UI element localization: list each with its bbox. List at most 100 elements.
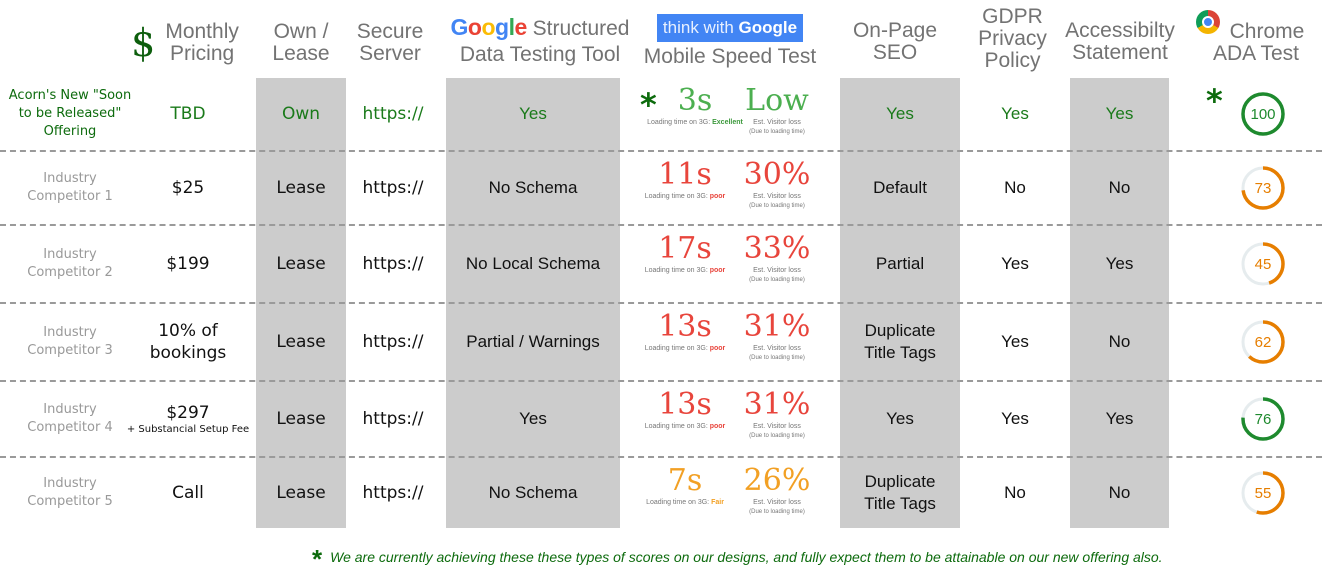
ada-score: * 100 xyxy=(1190,78,1322,150)
table-row: Acorn's New "Soon to be Released" Offering… xyxy=(0,78,1322,150)
accessibility-value: Yes xyxy=(1105,409,1134,428)
mobile-speed-result: * 3s Loading time on 3G: Excellent Low E… xyxy=(620,78,840,150)
on-page-seo-value: Default xyxy=(873,178,927,197)
own-lease-value: Lease xyxy=(276,483,326,503)
mobile-speed-result: 11s Loading time on 3G: poor 30% Est. Vi… xyxy=(620,152,840,224)
table-row: Industry Competitor 3 10% of bookings Lea… xyxy=(0,302,1322,380)
accessibility-value: Yes xyxy=(1105,104,1134,123)
visitor-loss: 31% xyxy=(743,309,811,344)
own-lease-value: Lease xyxy=(276,409,326,429)
gdpr-value: Yes xyxy=(1001,409,1029,428)
visitor-loss: 26% xyxy=(743,463,811,498)
ada-score-gauge: 55 xyxy=(1239,469,1287,517)
competitor-name: Industry Competitor 1 xyxy=(27,171,113,204)
mobile-speed-result: 7s Loading time on 3G: Fair 26% Est. Vis… xyxy=(620,458,840,528)
load-time: 13s xyxy=(658,309,712,344)
competitor-name: Industry Competitor 4 xyxy=(27,402,113,435)
load-time-label: Loading time on 3G: poor xyxy=(644,423,726,430)
load-time: 13s xyxy=(658,387,712,422)
accessibility-value: No xyxy=(1108,332,1131,351)
table-row: Industry Competitor 5 Call Lease https://… xyxy=(0,456,1322,528)
load-time: 17s xyxy=(658,231,712,266)
dollar-icon: $ xyxy=(131,21,156,65)
structured-data-value: No Schema xyxy=(488,483,578,502)
asterisk-icon: * xyxy=(312,544,323,569)
structured-data-value: Partial / Warnings xyxy=(466,332,600,351)
chrome-icon xyxy=(1196,10,1220,34)
table-row: Industry Competitor 2 $199 Lease https://… xyxy=(0,224,1322,302)
secure-server-value: https:// xyxy=(362,409,424,429)
mobile-speed-result: 13s Loading time on 3G: poor 31% Est. Vi… xyxy=(620,382,840,456)
on-page-seo-value: Duplicate Title Tags xyxy=(864,321,936,362)
own-lease-value: Own xyxy=(281,104,321,124)
gdpr-value: Yes xyxy=(1001,254,1029,273)
competitor-name: Industry Competitor 3 xyxy=(27,325,113,358)
on-page-seo-value: Duplicate Title Tags xyxy=(864,472,936,513)
visitor-loss-label: Est. Visitor loss (Due to loading time) xyxy=(749,345,805,361)
header-on-page-seo: On-Page SEO xyxy=(852,19,938,64)
secure-server-value: https:// xyxy=(362,483,424,503)
own-lease-value: Lease xyxy=(276,332,326,352)
gdpr-value: Yes xyxy=(1001,332,1029,351)
footnote: * We are currently achieving these these … xyxy=(312,544,1163,569)
competitor-name: Industry Competitor 5 xyxy=(27,476,113,509)
structured-data-value: Yes xyxy=(519,104,547,123)
mobile-speed-result: 17s Loading time on 3G: poor 33% Est. Vi… xyxy=(620,226,840,302)
google-logo: Google xyxy=(450,14,528,40)
ada-score-gauge: 100 xyxy=(1239,90,1287,138)
visitor-loss-label: Est. Visitor loss (Due to loading time) xyxy=(749,499,805,515)
secure-server-value: https:// xyxy=(362,332,424,352)
structured-data-value: No Local Schema xyxy=(465,254,601,273)
load-time: 7s xyxy=(667,463,703,498)
on-page-seo-value: Yes xyxy=(886,409,914,428)
load-time-label: Loading time on 3G: poor xyxy=(644,193,726,200)
load-time-label: Loading time on 3G: Fair xyxy=(646,499,724,506)
asterisk-icon: * xyxy=(1206,82,1223,120)
table-row: Industry Competitor 1 $25 Lease https:// … xyxy=(0,150,1322,224)
load-time: 11s xyxy=(658,157,712,192)
monthly-price: $199 xyxy=(166,254,210,274)
monthly-price: $297 + Substancial Setup Fee xyxy=(126,403,250,435)
visitor-loss: 33% xyxy=(743,231,811,266)
gdpr-value: Yes xyxy=(1001,104,1029,123)
secure-server-value: https:// xyxy=(362,178,424,198)
visitor-loss-label: Est. Visitor loss (Due to loading time) xyxy=(749,119,805,135)
price-note: + Substancial Setup Fee xyxy=(126,424,250,435)
think-with-google-badge: think with Google xyxy=(656,14,804,42)
ada-score-gauge: 45 xyxy=(1239,240,1287,288)
ada-score: 76 xyxy=(1190,382,1322,456)
table-row: Industry Competitor 4 $297 + Substancial … xyxy=(0,380,1322,456)
on-page-seo-value: Yes xyxy=(886,104,914,123)
header-chrome-ada: Chrome ADA Test xyxy=(1190,0,1322,78)
ada-score-gauge: 73 xyxy=(1239,164,1287,212)
own-lease-value: Lease xyxy=(276,254,326,274)
visitor-loss-label: Est. Visitor loss (Due to loading time) xyxy=(749,267,805,283)
ada-score: 55 xyxy=(1190,458,1322,528)
header-gdpr: GDPR Privacy Policy xyxy=(978,5,1047,72)
header-accessibility: Accessibilty Statement xyxy=(1065,19,1175,64)
visitor-loss-label: Est. Visitor loss (Due to loading time) xyxy=(749,423,805,439)
ada-score: 45 xyxy=(1190,226,1322,302)
gdpr-value: No xyxy=(1004,483,1026,502)
header-structured-data: Google Structured Data Testing Tool xyxy=(450,14,630,66)
ada-score: 62 xyxy=(1190,304,1322,380)
monthly-price: TBD xyxy=(170,104,206,124)
accessibility-value: Yes xyxy=(1105,254,1134,273)
visitor-loss-label: Est. Visitor loss (Due to loading time) xyxy=(749,193,805,209)
header-mobile-speed: think with Google Mobile Speed Test xyxy=(630,0,830,78)
secure-server-value: https:// xyxy=(362,254,424,274)
visitor-loss: Low xyxy=(745,83,809,118)
secure-server-value: https:// xyxy=(362,104,424,124)
gdpr-value: No xyxy=(1004,178,1026,197)
competitor-name: Acorn's New "Soon to be Released" Offering xyxy=(8,88,132,139)
structured-data-value: Yes xyxy=(519,409,547,428)
monthly-price: Call xyxy=(172,483,204,503)
load-time-label: Loading time on 3G: poor xyxy=(644,345,726,352)
on-page-seo-value: Partial xyxy=(875,254,925,273)
header-secure-server: Secure Server xyxy=(356,20,424,65)
ada-score-gauge: 62 xyxy=(1239,318,1287,366)
own-lease-value: Lease xyxy=(276,178,326,198)
structured-data-value: No Schema xyxy=(488,178,578,197)
visitor-loss: 30% xyxy=(743,157,811,192)
load-time-label: Loading time on 3G: poor xyxy=(644,267,726,274)
